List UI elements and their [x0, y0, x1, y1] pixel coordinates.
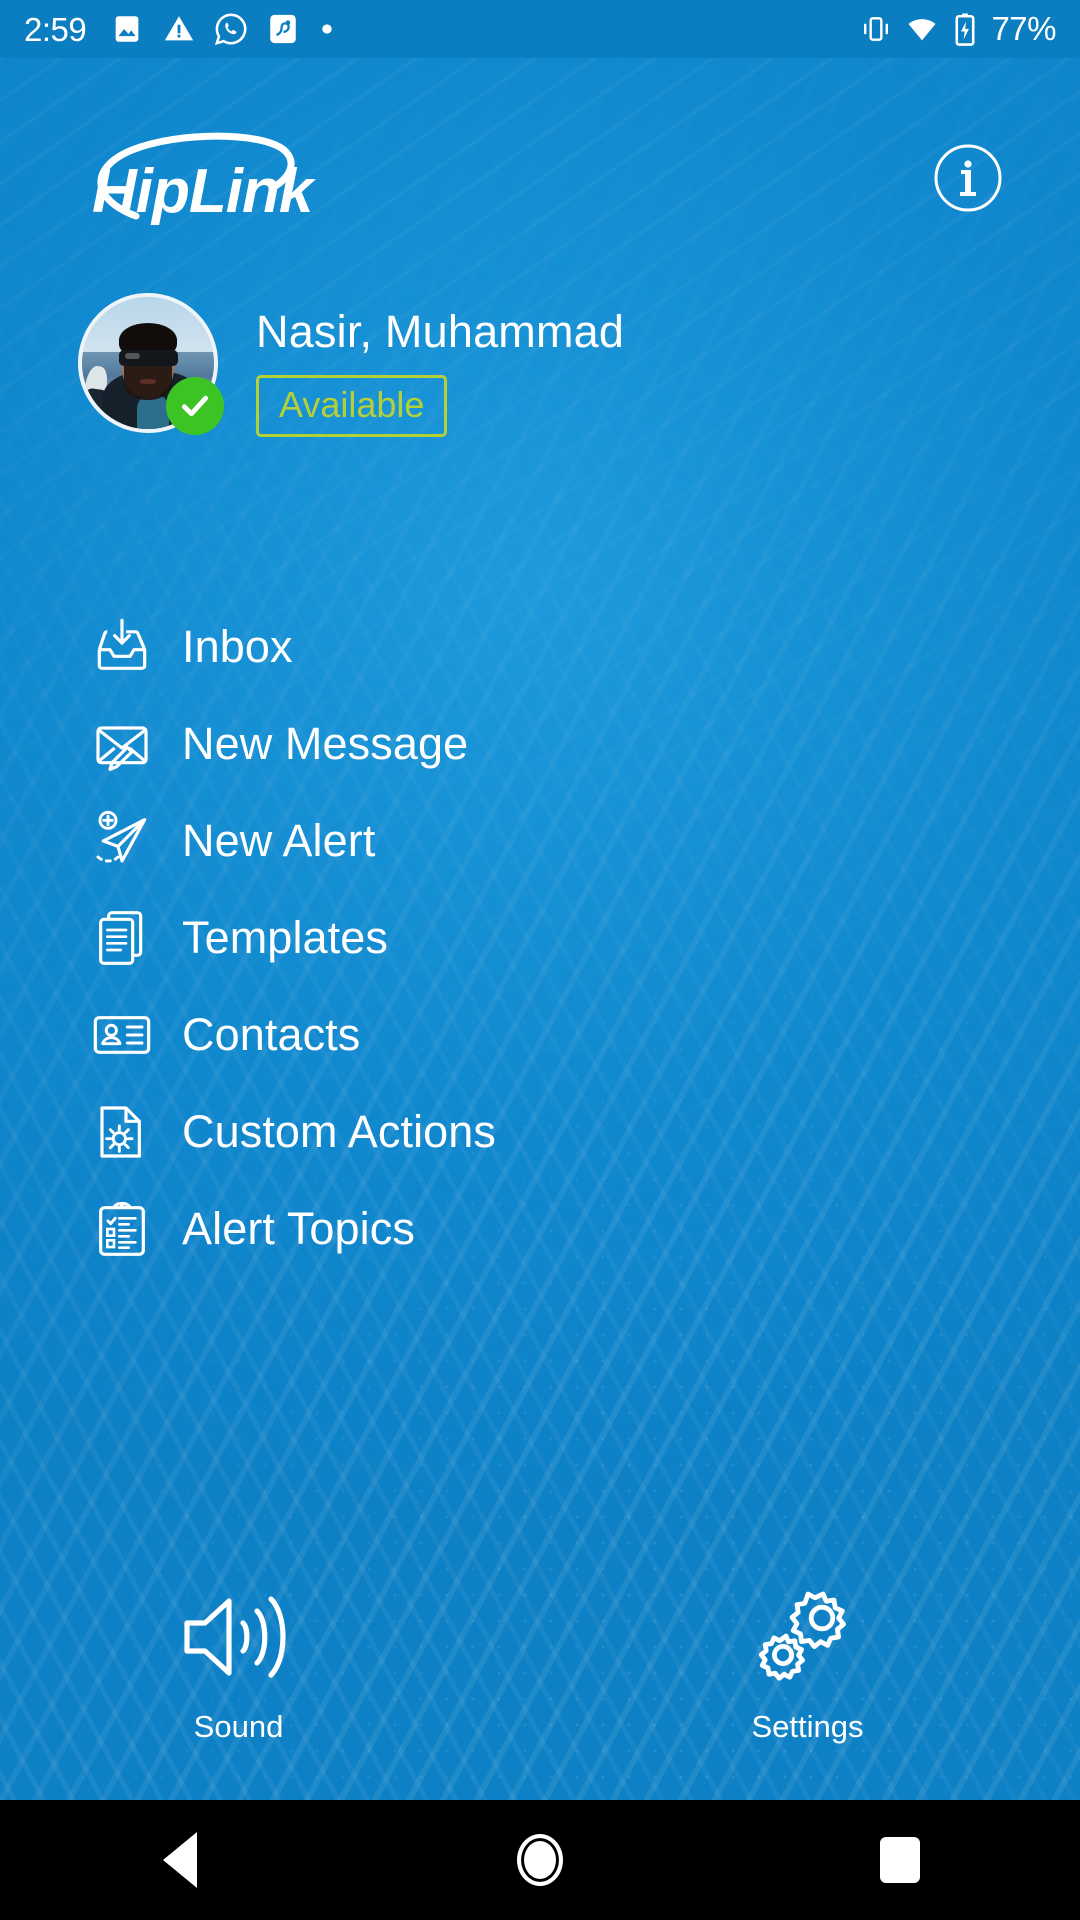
- profile-text: Nasir, Muhammad Available: [256, 293, 624, 437]
- battery-percentage: 77%: [991, 10, 1056, 47]
- gears-icon: [752, 1581, 864, 1693]
- avatar-photo-collar: [137, 394, 170, 429]
- warning-triangle-icon: [165, 16, 194, 41]
- back-triangle-icon: [163, 1832, 197, 1888]
- avatar-photo-mouth: [140, 378, 156, 385]
- menu-item-inbox[interactable]: Inbox: [0, 598, 1080, 695]
- menu-item-label: New Alert: [182, 815, 376, 866]
- status-bar-notification-icons: [110, 12, 336, 46]
- check-circle-icon: [166, 377, 224, 435]
- recents-square-icon: [880, 1837, 920, 1883]
- menu-item-new-alert[interactable]: New Alert: [0, 792, 1080, 889]
- status-bar-clock: 2:59: [24, 10, 87, 48]
- status-badge[interactable]: Available: [256, 374, 448, 437]
- sound-button[interactable]: Sound: [0, 1581, 523, 1742]
- menu-item-custom-actions[interactable]: Custom Actions: [0, 1083, 1080, 1180]
- app-notification-icon: [270, 14, 296, 44]
- hiplink-logo: HipLink: [84, 120, 344, 240]
- menu-item-contacts[interactable]: Contacts: [0, 986, 1080, 1083]
- profile-section[interactable]: Nasir, Muhammad Available: [78, 293, 624, 437]
- whatsapp-icon: [215, 13, 247, 46]
- nav-back-button[interactable]: [100, 1800, 260, 1920]
- home-circle-icon: [517, 1834, 563, 1886]
- menu-item-label: Alert Topics: [182, 1203, 415, 1254]
- inbox-tray-icon: [80, 615, 164, 679]
- speaker-waves-icon: [179, 1581, 299, 1693]
- menu-item-alert-topics[interactable]: Alert Topics: [0, 1180, 1080, 1277]
- menu-item-templates[interactable]: Templates: [0, 889, 1080, 986]
- settings-label: Settings: [751, 1709, 864, 1744]
- menu-item-label: Templates: [182, 912, 388, 963]
- sound-label: Sound: [193, 1709, 284, 1744]
- app-container: HipLink Nasir, Muhammad Available Inbox …: [0, 58, 1080, 1800]
- documents-stack-icon: [80, 906, 164, 970]
- svg-text:HipLink: HipLink: [92, 157, 317, 226]
- dot-indicator-icon: [322, 24, 332, 34]
- android-navigation-bar: [0, 1800, 1080, 1920]
- status-bar: 2:59 77%: [0, 0, 1080, 58]
- paper-plane-plus-icon: [80, 809, 164, 873]
- menu-item-label: New Message: [182, 718, 469, 769]
- contact-card-icon: [80, 1003, 164, 1067]
- menu-item-label: Contacts: [182, 1009, 361, 1060]
- settings-button[interactable]: Settings: [523, 1581, 1080, 1742]
- main-menu: Inbox New Message New Alert Templates Co…: [0, 598, 1080, 1277]
- battery-charging-icon: [955, 13, 975, 46]
- status-bar-system-icons: 77%: [860, 10, 1056, 48]
- wifi-icon: [908, 19, 936, 41]
- photos-icon: [115, 16, 139, 42]
- vibrate-icon: [864, 17, 889, 41]
- user-name: Nasir, Muhammad: [256, 306, 625, 357]
- phone-screen: 2:59 77% HipLink Nasir, Muhammad Availab…: [0, 0, 1080, 1920]
- envelope-pencil-icon: [80, 712, 164, 776]
- nav-home-button[interactable]: [460, 1800, 620, 1920]
- document-gear-icon: [80, 1100, 164, 1164]
- menu-item-new-message[interactable]: New Message: [0, 695, 1080, 792]
- nav-recents-button[interactable]: [820, 1800, 980, 1920]
- bottom-actions: Sound Settings: [0, 1581, 1080, 1742]
- avatar-photo-sunglasses: [118, 349, 179, 366]
- avatar-wrap[interactable]: [78, 293, 224, 435]
- clipboard-checklist-icon: [80, 1197, 164, 1261]
- menu-item-label: Custom Actions: [182, 1106, 497, 1157]
- info-button[interactable]: [932, 142, 1004, 214]
- menu-item-label: Inbox: [182, 621, 293, 672]
